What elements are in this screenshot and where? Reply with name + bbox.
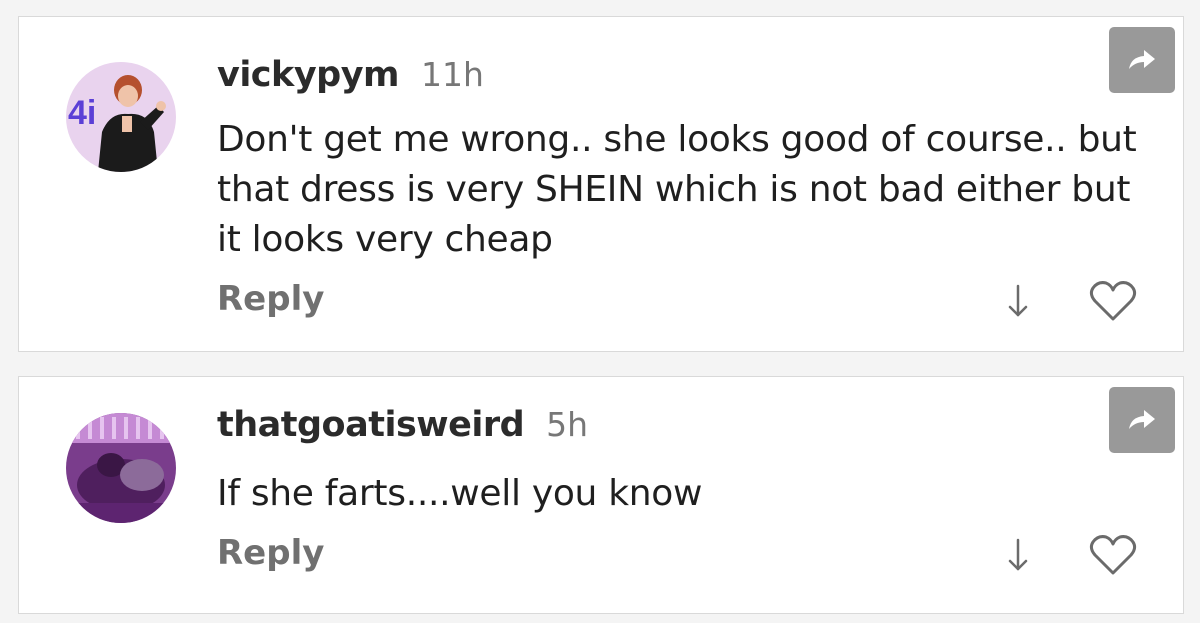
reply-button[interactable]: Reply (217, 533, 324, 573)
timestamp: 11h (421, 55, 484, 94)
share-arrow-icon (1129, 410, 1155, 429)
reply-button[interactable]: Reply (217, 279, 324, 319)
comment-card: 4i vickypym 11h Don't get me wrong.. she… (18, 16, 1184, 352)
heart-outline-icon (1089, 281, 1137, 321)
comment-card: thatgoatisweird 5h If she farts....well … (18, 376, 1184, 614)
avatar[interactable] (66, 413, 176, 523)
share-arrow-icon (1129, 50, 1155, 69)
avatar[interactable]: 4i (66, 62, 176, 172)
avatar-photo (66, 413, 176, 523)
share-button[interactable] (1109, 387, 1175, 453)
username[interactable]: thatgoatisweird (217, 405, 525, 445)
username[interactable]: vickypym (217, 55, 400, 95)
like-button[interactable] (1087, 278, 1139, 324)
arrow-down-icon (1008, 538, 1028, 571)
arrow-down-icon (1008, 284, 1028, 317)
comment-header: thatgoatisweird 5h (217, 405, 588, 445)
heart-outline-icon (1089, 535, 1137, 575)
comment-text: If she farts....well you know (217, 473, 703, 514)
like-button[interactable] (1087, 532, 1139, 578)
timestamp: 5h (546, 405, 589, 444)
comment-header: vickypym 11h (217, 55, 484, 95)
avatar-sign-text: 4i (68, 94, 96, 132)
share-button[interactable] (1109, 27, 1175, 93)
comment-text: Don't get me wrong.. she looks good of c… (217, 119, 1137, 260)
avatar-photo: 4i (66, 62, 176, 172)
sort-button[interactable] (1001, 535, 1035, 575)
sort-button[interactable] (1001, 281, 1035, 321)
